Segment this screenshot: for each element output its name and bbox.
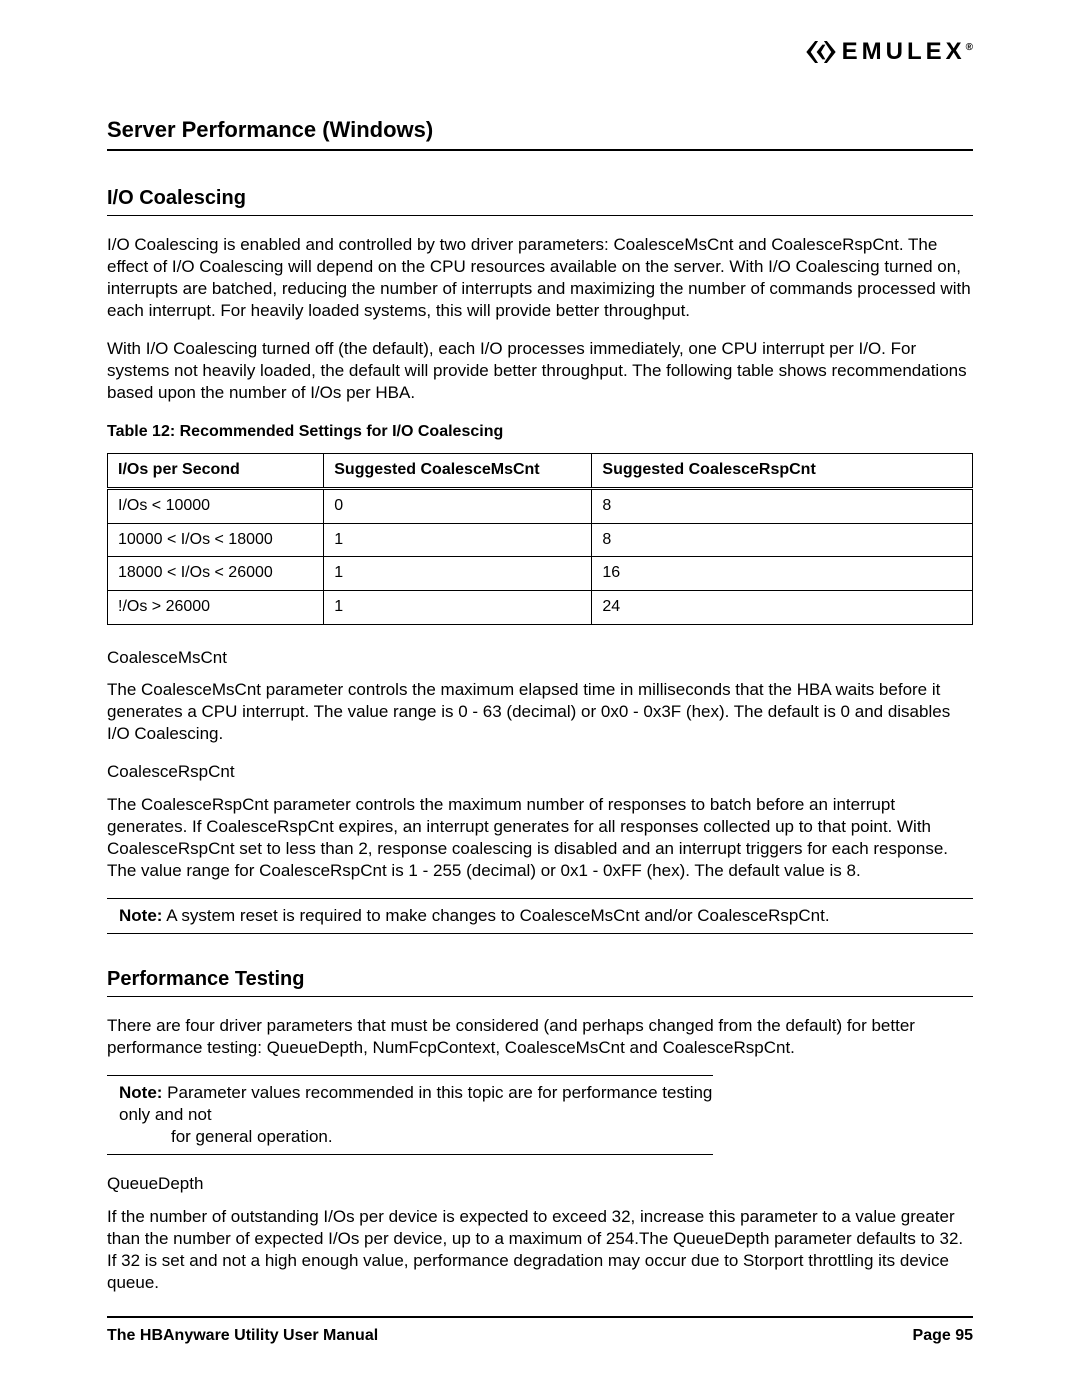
table-cell: 18000 < I/Os < 26000 (108, 557, 324, 591)
table-row: !/Os > 26000124 (108, 591, 973, 625)
table-cell: 16 (592, 557, 973, 591)
table-cell: 1 (324, 557, 592, 591)
subheading-coalescerspcnt: CoalesceRspCnt (107, 761, 973, 783)
para-coalescing-1: I/O Coalescing is enabled and controlled… (107, 234, 973, 322)
emulex-icon (806, 41, 836, 63)
table-cell: 0 (324, 488, 592, 523)
note-line2: for general operation. (119, 1126, 713, 1148)
logo-text: EMULEX® (842, 36, 973, 67)
note-label: Note: (119, 1083, 162, 1102)
table-cell: 10000 < I/Os < 18000 (108, 523, 324, 557)
footer-right: Page 95 (913, 1326, 973, 1347)
table-row: 10000 < I/Os < 1800018 (108, 523, 973, 557)
page-footer: The HBAnyware Utility User Manual Page 9… (107, 1316, 973, 1347)
footer-left: The HBAnyware Utility User Manual (107, 1326, 378, 1347)
table-cell: 8 (592, 523, 973, 557)
note-reset: Note: A system reset is required to make… (107, 898, 973, 934)
para-coalescerspcnt: The CoalesceRspCnt parameter controls th… (107, 794, 973, 882)
section-heading-coalescing: I/O Coalescing (107, 185, 973, 216)
para-queuedepth: If the number of outstanding I/Os per de… (107, 1206, 973, 1294)
para-perf-1: There are four driver parameters that mu… (107, 1015, 973, 1059)
coalescing-table: I/Os per Second Suggested CoalesceMsCnt … (107, 453, 973, 625)
para-coalescemscnt: The CoalesceMsCnt parameter controls the… (107, 679, 973, 745)
subheading-queuedepth: QueueDepth (107, 1173, 973, 1195)
note-perf: Note: Parameter values recommended in th… (107, 1075, 713, 1155)
col-ios: I/Os per Second (108, 454, 324, 489)
note-label: Note: (119, 906, 162, 925)
table-cell: 1 (324, 591, 592, 625)
table-row: 18000 < I/Os < 26000116 (108, 557, 973, 591)
para-coalescing-2: With I/O Coalescing turned off (the defa… (107, 338, 973, 404)
note-text: A system reset is required to make chang… (162, 906, 829, 925)
col-mscnt: Suggested CoalesceMsCnt (324, 454, 592, 489)
table-caption: Table 12: Recommended Settings for I/O C… (107, 422, 973, 443)
subheading-coalescemscnt: CoalesceMsCnt (107, 647, 973, 669)
table-cell: 1 (324, 523, 592, 557)
table-cell: !/Os > 26000 (108, 591, 324, 625)
page-title: Server Performance (Windows) (107, 116, 973, 151)
note-line1: Parameter values recommended in this top… (119, 1083, 712, 1124)
col-rspcnt: Suggested CoalesceRspCnt (592, 454, 973, 489)
table-cell: 8 (592, 488, 973, 523)
table-cell: I/Os < 10000 (108, 488, 324, 523)
table-row: I/Os < 1000008 (108, 488, 973, 523)
table-cell: 24 (592, 591, 973, 625)
table-header-row: I/Os per Second Suggested CoalesceMsCnt … (108, 454, 973, 489)
brand-logo: EMULEX® (806, 36, 973, 67)
section-heading-perf: Performance Testing (107, 966, 973, 997)
